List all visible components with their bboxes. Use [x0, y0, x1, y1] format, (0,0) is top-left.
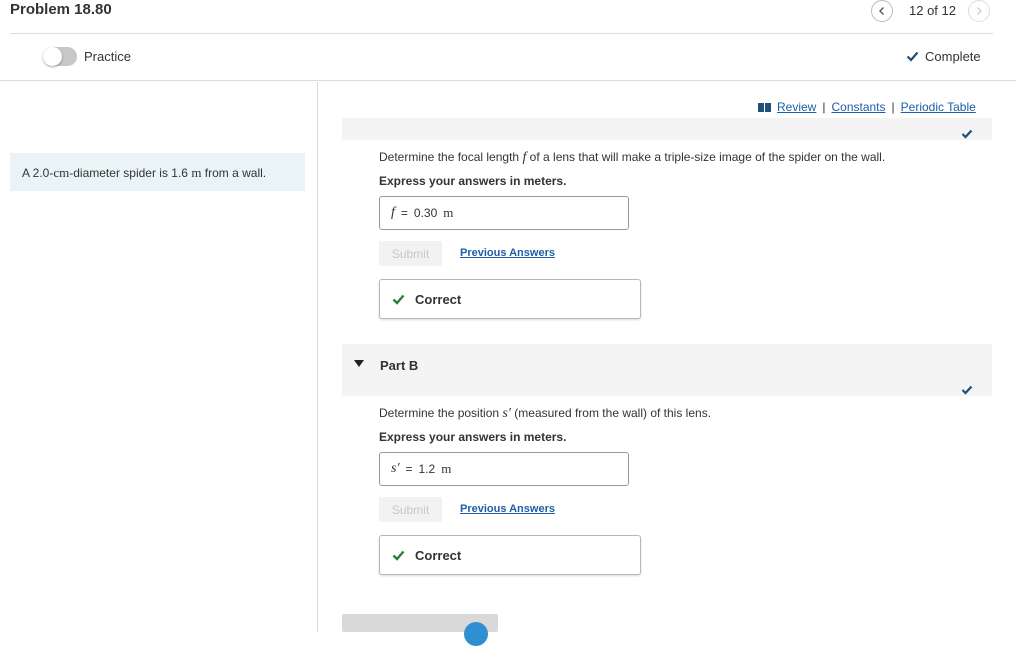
question-text: Determine the position: [379, 406, 500, 420]
part-b-header[interactable]: Part B: [342, 344, 992, 396]
complete-status: Complete: [906, 49, 981, 64]
review-link[interactable]: Review: [777, 100, 816, 114]
answer-unit: m: [441, 461, 452, 476]
pager-text: 12 of 12: [909, 3, 956, 18]
part-a-answer-field[interactable]: f = 0.30 m: [379, 196, 629, 230]
part-b-answer-field[interactable]: s′ = 1.2 m: [379, 452, 629, 486]
complete-label: Complete: [925, 49, 981, 64]
answer-value: 1.2: [418, 462, 436, 476]
link-separator: |: [891, 100, 895, 114]
periodic-table-link[interactable]: Periodic Table: [901, 100, 976, 114]
part-a-feedback: Correct: [379, 279, 641, 319]
correct-check-icon: [392, 294, 405, 305]
link-separator: |: [822, 100, 826, 114]
answer-unit: m: [443, 205, 454, 220]
part-b-complete-check-icon: [961, 385, 973, 395]
part-a-previous-answers-link[interactable]: Previous Answers: [460, 247, 555, 259]
chevron-left-icon: [879, 7, 884, 15]
answer-variable: f: [391, 205, 395, 220]
toggle-knob: [43, 47, 62, 66]
book-icon: [758, 102, 771, 112]
checkmark-icon: [906, 51, 919, 62]
statement-text-mid: -diameter spider is 1.6: [69, 166, 188, 180]
practice-toggle[interactable]: [43, 47, 77, 66]
chevron-right-icon: [977, 7, 982, 15]
subheader-divider: [0, 80, 1016, 81]
statement-text: A 2.0-: [22, 166, 54, 180]
part-a-complete-check-icon: [961, 129, 973, 139]
part-b-submit-button[interactable]: Submit: [379, 497, 442, 522]
previous-problem-button[interactable]: [871, 0, 893, 22]
problem-title: Problem 18.80: [10, 1, 112, 18]
resource-links: Review | Constants | Periodic Table: [758, 100, 976, 114]
question-text-end: (measured from the wall) of this lens.: [514, 406, 712, 420]
question-text-end: of a lens that will make a triple-size i…: [529, 150, 886, 164]
part-a-submit-button[interactable]: Submit: [379, 241, 442, 266]
part-a-header: [342, 118, 992, 140]
part-b-question: Determine the position s′ (measured from…: [379, 406, 711, 422]
feedback-text: Correct: [415, 291, 462, 307]
statement-text-end: from a wall.: [204, 166, 267, 180]
answer-equals: =: [405, 462, 413, 476]
part-b-label: Part B: [380, 358, 419, 373]
header-divider: [10, 33, 993, 34]
constants-link[interactable]: Constants: [831, 100, 885, 114]
column-divider: [317, 82, 318, 632]
part-b-instruction: Express your answers in meters.: [379, 430, 567, 444]
correct-check-icon: [392, 550, 405, 561]
part-a-question: Determine the focal length f of a lens t…: [379, 150, 885, 166]
part-b-previous-answers-link[interactable]: Previous Answers: [460, 503, 555, 515]
part-a-instruction: Express your answers in meters.: [379, 174, 567, 188]
feedback-text: Correct: [415, 547, 462, 563]
answer-equals: =: [400, 206, 408, 220]
question-variable: f: [522, 150, 527, 165]
caret-down-icon: [354, 360, 364, 367]
answer-value: 0.30: [413, 206, 438, 220]
feedback-icon[interactable]: [464, 622, 488, 646]
statement-unit-cm: cm: [53, 165, 70, 180]
answer-variable: s′: [391, 461, 400, 476]
part-b-feedback: Correct: [379, 535, 641, 575]
next-problem-button[interactable]: [968, 0, 990, 22]
question-variable: s′: [502, 406, 511, 421]
question-text: Determine the focal length: [379, 150, 520, 164]
statement-unit-m: m: [191, 165, 202, 180]
practice-label: Practice: [84, 49, 131, 64]
problem-statement: A 2.0-cm-diameter spider is 1.6 m from a…: [10, 153, 305, 191]
